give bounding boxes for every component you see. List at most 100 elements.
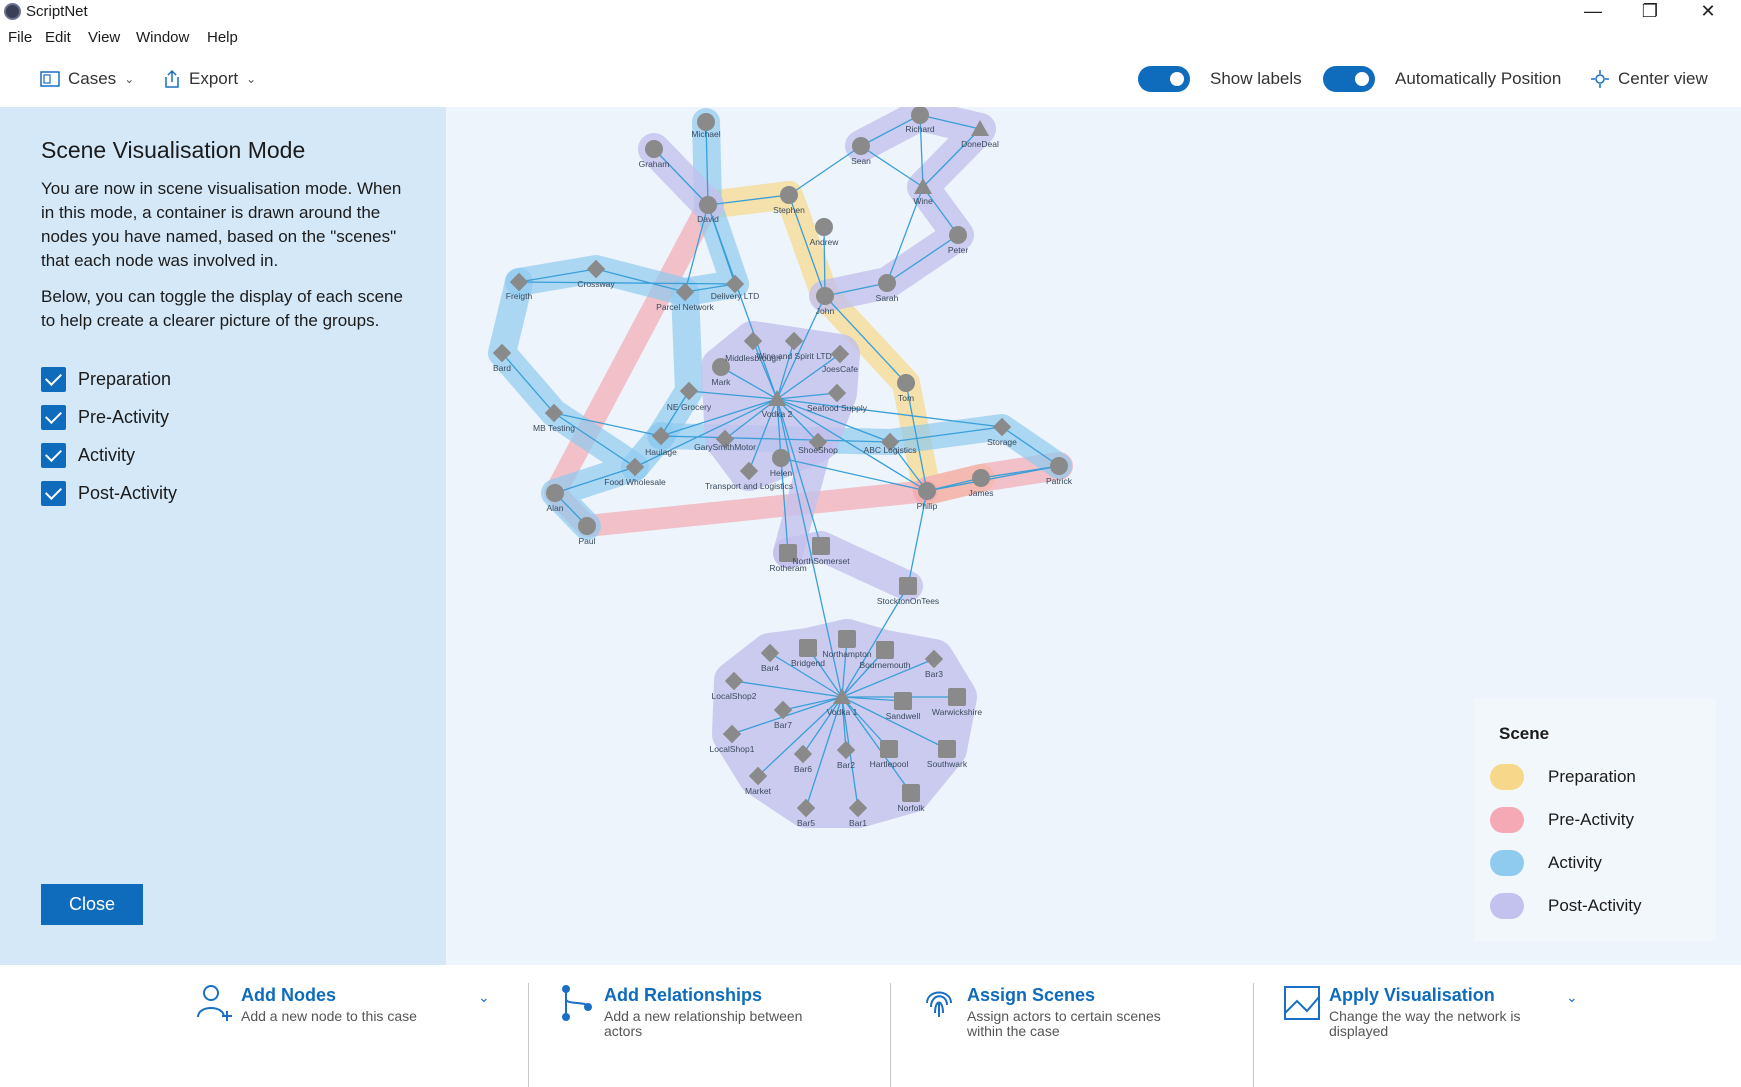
node-label: Bar6 xyxy=(794,764,812,774)
node-john[interactable] xyxy=(816,287,834,305)
image-icon xyxy=(1284,986,1320,1020)
node-andrew[interactable] xyxy=(815,218,833,236)
node-northsomerset[interactable] xyxy=(812,537,830,555)
export-dropdown[interactable]: Export ⌄ xyxy=(163,64,256,94)
edge xyxy=(860,145,924,188)
show-labels-label: Show labels xyxy=(1210,69,1302,88)
node-patrick[interactable] xyxy=(1050,457,1068,475)
node-hartlepool[interactable] xyxy=(880,740,898,758)
node-label: Warwickshire xyxy=(932,707,982,717)
checkbox-pre-activity[interactable]: Pre-Activity xyxy=(41,405,169,430)
scene-hull-post-activity xyxy=(809,107,996,312)
checkbox-activity[interactable]: Activity xyxy=(41,443,135,468)
checkbox-checked-icon xyxy=(41,481,66,506)
node-james[interactable] xyxy=(972,469,990,487)
node-alan[interactable] xyxy=(546,484,564,502)
checkbox-preparation[interactable]: Preparation xyxy=(41,367,171,392)
action-desc: Assign actors to certain scenes within t… xyxy=(967,1008,1161,1039)
node-label: Peter xyxy=(948,245,968,255)
node-sean[interactable] xyxy=(852,137,870,155)
center-view-icon xyxy=(1591,70,1609,88)
checkbox-checked-icon xyxy=(41,405,66,430)
auto-position-toggle[interactable] xyxy=(1323,66,1375,92)
action-bar: Add Nodes Add a new node to this case ⌄ … xyxy=(0,965,1741,1087)
menu-help[interactable]: Help xyxy=(207,29,238,46)
node-graham[interactable] xyxy=(645,140,663,158)
chevron-down-icon[interactable]: ⌄ xyxy=(478,989,490,1006)
node-label: ShoeShop xyxy=(798,445,838,455)
node-bournemouth[interactable] xyxy=(876,641,894,659)
cases-dropdown[interactable]: Cases ⌄ xyxy=(40,64,134,94)
menu-edit[interactable]: Edit xyxy=(45,29,71,46)
edge xyxy=(788,145,862,196)
menu-window[interactable]: Window xyxy=(136,29,189,46)
node-label: Vodka 1 xyxy=(827,707,858,717)
checkbox-label: Post-Activity xyxy=(78,483,178,503)
center-view-label: Center view xyxy=(1618,69,1708,88)
apply-visualisation-action[interactable]: Apply Visualisation Change the way the n… xyxy=(1283,983,1603,1063)
node-label: Graham xyxy=(639,159,670,169)
node-label: Norfolk xyxy=(898,803,926,813)
menu-view[interactable]: View xyxy=(88,29,120,46)
action-title: Apply Visualisation xyxy=(1329,985,1495,1005)
restore-button[interactable]: ❐ xyxy=(1622,0,1678,24)
checkbox-label: Pre-Activity xyxy=(78,407,170,427)
node-label: Food Wholesale xyxy=(604,477,666,487)
export-label: Export xyxy=(189,69,239,88)
node-label: Andrew xyxy=(810,237,840,247)
action-title: Add Nodes xyxy=(241,985,337,1005)
node-northampton[interactable] xyxy=(838,630,856,648)
chevron-down-icon[interactable]: ⌄ xyxy=(1566,989,1578,1006)
node-label: Bard xyxy=(493,363,511,373)
minimize-button[interactable]: — xyxy=(1565,0,1621,24)
checkbox-checked-icon xyxy=(41,443,66,468)
node-paul[interactable] xyxy=(578,517,596,535)
close-window-button[interactable]: ✕ xyxy=(1680,0,1736,24)
show-labels-toggle[interactable] xyxy=(1138,66,1190,92)
close-button[interactable]: Close xyxy=(41,884,143,925)
node-label: Parcel Network xyxy=(656,302,714,312)
checkbox-post-activity[interactable]: Post-Activity xyxy=(41,481,177,506)
node-label: John xyxy=(816,306,835,316)
node-stocktonontees[interactable] xyxy=(899,577,917,595)
center-view-button[interactable]: Center view xyxy=(1590,64,1708,94)
scene-mode-panel: Scene Visualisation Mode You are now in … xyxy=(0,107,446,965)
node-label: Bar4 xyxy=(761,663,779,673)
node-southwark[interactable] xyxy=(938,740,956,758)
show-labels-toggle-group: Show labels xyxy=(1138,64,1302,94)
node-label: Bar1 xyxy=(849,818,867,828)
divider xyxy=(1253,983,1254,1087)
node-stephen[interactable] xyxy=(780,186,798,204)
node-label: Sean xyxy=(851,156,871,166)
node-label: Bar5 xyxy=(797,818,815,828)
node-philip[interactable] xyxy=(918,482,936,500)
divider xyxy=(890,983,891,1087)
node-label: David xyxy=(697,214,719,224)
menu-file[interactable]: File xyxy=(8,29,32,46)
legend-item-activity: Activity xyxy=(1490,850,1602,876)
cases-label: Cases xyxy=(68,69,117,88)
node-label: JoesCafe xyxy=(822,364,858,374)
node-warwickshire[interactable] xyxy=(948,688,966,706)
node-bridgend[interactable] xyxy=(799,639,817,657)
node-label: Bar2 xyxy=(837,760,855,770)
legend-swatch xyxy=(1490,764,1524,790)
node-label: Bournemouth xyxy=(859,660,910,670)
legend-item-post-activity: Post-Activity xyxy=(1490,893,1642,919)
node-helen[interactable] xyxy=(772,449,790,467)
node-peter[interactable] xyxy=(949,226,967,244)
legend-swatch xyxy=(1490,850,1524,876)
add-relationships-action[interactable]: Add Relationships Add a new relationship… xyxy=(558,983,858,1063)
divider xyxy=(528,983,529,1087)
node-norfolk[interactable] xyxy=(902,784,920,802)
fingerprint-icon xyxy=(926,991,952,1017)
add-nodes-action[interactable]: Add Nodes Add a new node to this case ⌄ xyxy=(195,983,495,1063)
node-tom[interactable] xyxy=(897,374,915,392)
node-label: Freigth xyxy=(506,291,533,301)
node-david[interactable] xyxy=(699,196,717,214)
node-sandwell[interactable] xyxy=(894,692,912,710)
node-sarah[interactable] xyxy=(878,274,896,292)
assign-scenes-action[interactable]: Assign Scenes Assign actors to certain s… xyxy=(921,983,1221,1063)
export-icon xyxy=(165,69,179,88)
node-label: Mark xyxy=(712,377,732,387)
